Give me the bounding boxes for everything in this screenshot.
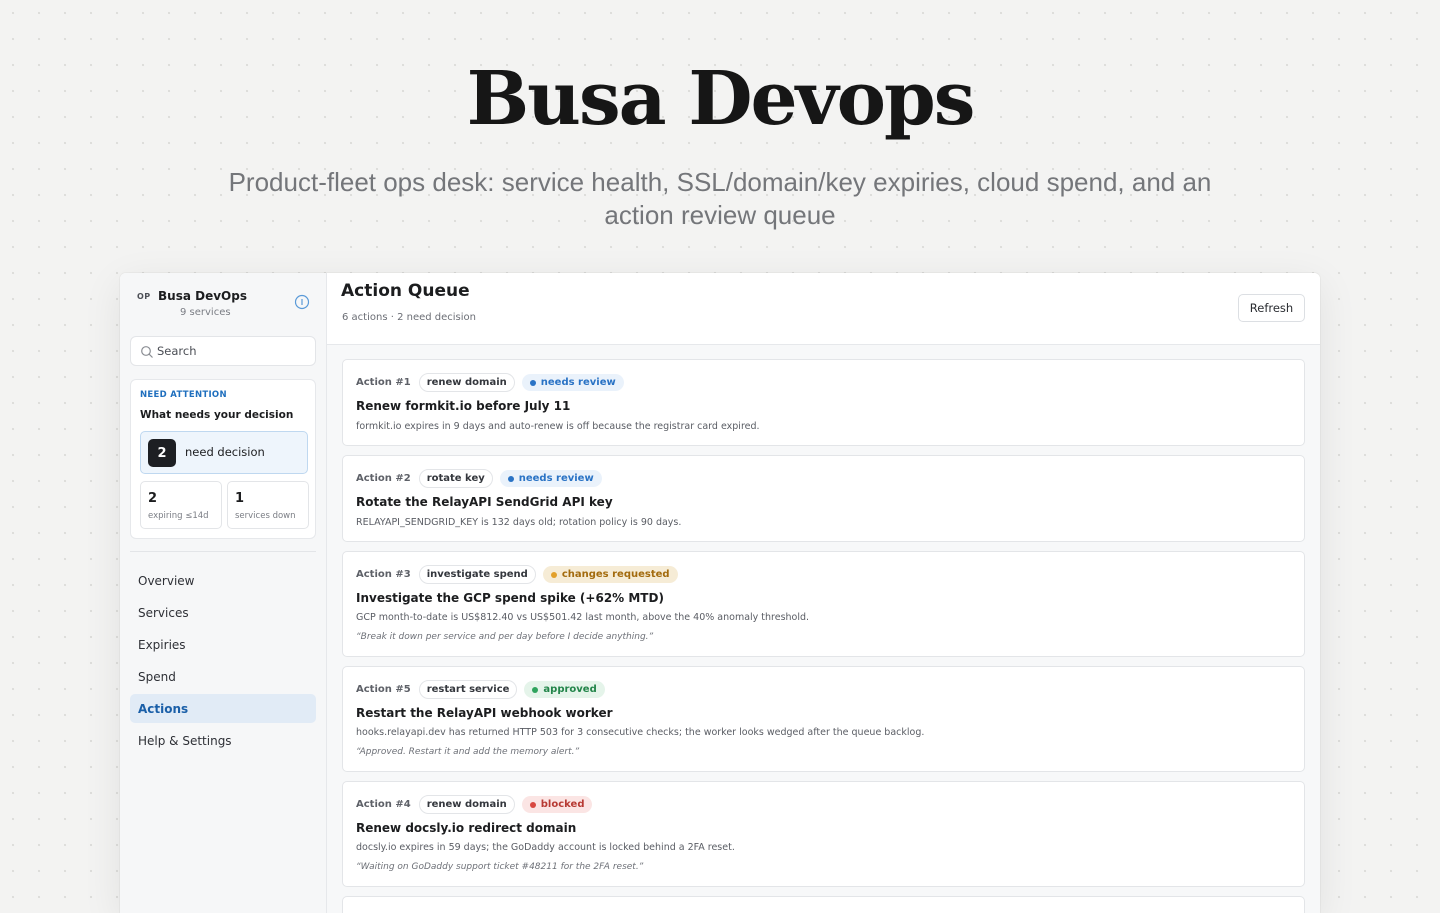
decision-label: need decision [185,445,265,459]
action-card[interactable]: Action #3 investigate spend changes requ… [342,551,1305,657]
action-description: hooks.relayapi.dev has returned HTTP 503… [356,727,925,738]
status-badge: needs review [499,470,602,487]
status-dot-icon [532,686,539,693]
action-meta: Action #4 renew domain blocked [356,794,593,815]
action-number: Action #4 [356,799,411,810]
action-card[interactable]: Action #2 rotate key needs review Rotate… [342,455,1305,542]
main-panel: Action Queue 6 actions · 2 need decision… [327,273,1320,913]
action-meta: Action #5 restart service approved [356,679,605,700]
search-input[interactable] [157,337,307,365]
info-icon[interactable] [294,294,310,310]
status-dot-icon [507,475,514,482]
action-description: RELAYAPI_SENDGRID_KEY is 132 days old; r… [356,517,682,528]
sidebar-divider [130,551,316,552]
nav-item-overview[interactable]: Overview [130,566,316,595]
action-number: Action #5 [356,684,411,695]
status-label: needs review [518,473,594,484]
service-count: 9 services [180,307,231,318]
refresh-button[interactable]: Refresh [1238,294,1305,322]
stat-label: services down [235,511,296,521]
decision-count: 2 [148,439,176,467]
action-note: “Approved. Restart it and add the memory… [356,747,580,757]
status-dot-icon [529,379,536,386]
nav-item-spend[interactable]: Spend [130,662,316,691]
app-window: OP Busa DevOps 9 services NEED ATTENTION… [120,273,1320,913]
action-type-tag: renew domain [418,373,515,392]
action-note: “Waiting on GoDaddy support ticket #4821… [356,862,644,872]
status-badge: blocked [521,796,593,813]
main-header: Action Queue 6 actions · 2 need decision… [327,273,1320,345]
stat-expiring[interactable]: 2 expiring ≤14d [140,481,222,529]
app-name: Busa DevOps [158,289,247,303]
action-title: Restart the RelayAPI webhook worker [356,706,613,720]
status-label: approved [543,684,597,695]
page-meta: 6 actions · 2 need decision [342,312,476,323]
status-dot-icon [550,571,557,578]
status-badge: needs review [521,374,624,391]
nav-item-help-settings[interactable]: Help & Settings [130,726,316,755]
hero-title: Busa Devops [466,56,976,142]
nav-item-services[interactable]: Services [130,598,316,627]
attention-kicker: NEED ATTENTION [140,390,227,400]
action-title: Rotate the RelayAPI SendGrid API key [356,495,613,509]
stat-value: 1 [235,491,245,506]
status-label: needs review [540,377,616,388]
action-queue: Action #1 renew domain needs review Rene… [327,345,1320,913]
stat-value: 2 [148,491,158,506]
action-title: Renew docsly.io redirect domain [356,821,577,835]
action-type-tag: renew domain [418,795,515,814]
action-card[interactable]: Action #1 renew domain needs review Rene… [342,359,1305,446]
status-label: blocked [540,799,585,810]
action-description: GCP month-to-date is US$812.40 vs US$501… [356,612,810,623]
search-icon [141,346,153,358]
brand-badge: OP [137,292,151,301]
nav-item-actions[interactable]: Actions [130,694,316,723]
action-type-tag: investigate spend [418,565,536,584]
action-card[interactable] [342,896,1305,913]
page-title: Action Queue [341,281,470,301]
nav-item-expiries[interactable]: Expiries [130,630,316,659]
search-box[interactable] [130,336,316,366]
action-meta: Action #2 rotate key needs review [356,468,602,489]
action-card[interactable]: Action #4 renew domain blocked Renew doc… [342,781,1305,887]
action-number: Action #1 [356,377,411,388]
attention-panel: NEED ATTENTION What needs your decision … [130,379,316,539]
action-card[interactable]: Action #5 restart service approved Resta… [342,666,1305,772]
status-label: changes requested [561,569,670,580]
hero-subtitle: Product-fleet ops desk: service health, … [228,167,1212,230]
attention-title: What needs your decision [140,409,294,421]
action-number: Action #2 [356,473,411,484]
action-number: Action #3 [356,569,411,580]
sidebar: OP Busa DevOps 9 services NEED ATTENTION… [120,273,327,913]
action-description: docsly.io expires in 59 days; the GoDadd… [356,842,735,853]
need-decision-card[interactable]: 2 need decision [140,431,308,474]
stat-label: expiring ≤14d [148,511,209,521]
action-title: Investigate the GCP spend spike (+62% MT… [356,591,664,605]
stat-services-down[interactable]: 1 services down [227,481,309,529]
action-type-tag: restart service [418,680,518,699]
action-meta: Action #1 renew domain needs review [356,372,624,393]
action-title: Renew formkit.io before July 11 [356,399,571,413]
action-type-tag: rotate key [418,469,493,488]
status-dot-icon [529,801,536,808]
action-description: formkit.io expires in 9 days and auto-re… [356,421,760,432]
action-meta: Action #3 investigate spend changes requ… [356,564,678,585]
action-note: “Break it down per service and per day b… [356,632,654,642]
status-badge: approved [524,681,605,698]
status-badge: changes requested [542,566,678,583]
